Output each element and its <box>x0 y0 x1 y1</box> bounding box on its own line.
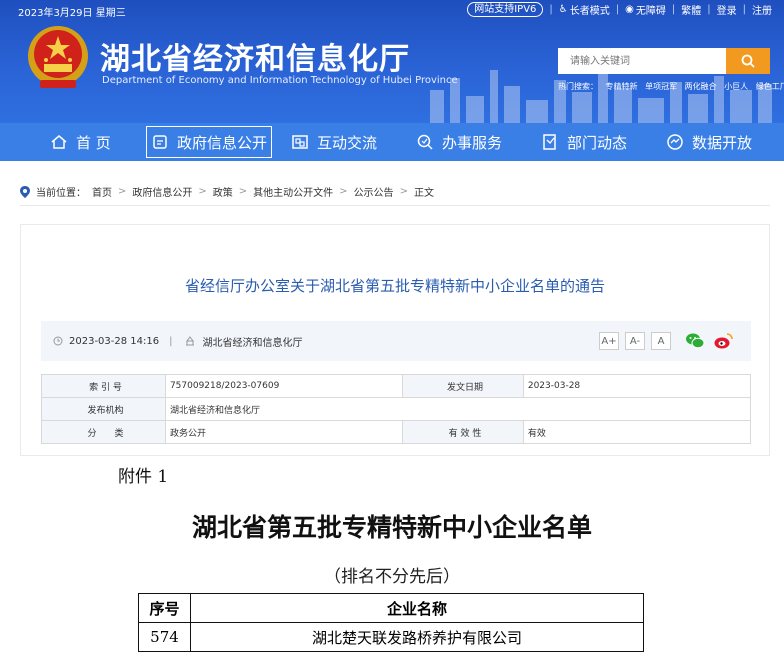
article-meta: 2023-03-28 14:16 | 湖北省经济和信息化厅 A+ A- A <box>41 321 751 361</box>
company-list-table: 序号 企业名称 574 湖北楚天联发路桥养护有限公司 <box>138 593 644 652</box>
validity: 有效 <box>522 420 752 444</box>
search-service-icon <box>417 134 433 150</box>
font-decrease-button[interactable]: A- <box>625 332 645 350</box>
hot-term[interactable]: 单项冠军 <box>645 82 677 91</box>
nav-item-open-data[interactable]: 数据开放 <box>666 123 752 161</box>
breadcrumb-item[interactable]: 公示公告 <box>354 184 394 199</box>
chat-icon <box>292 135 308 149</box>
article-panel: 省经信厅办公室关于湖北省第五批专精特新中小企业名单的通告 2023-03-28 … <box>20 224 770 456</box>
accessibility-link[interactable]: ◉ 无障碍 <box>625 2 666 17</box>
source-icon <box>185 336 194 346</box>
chevron-right-icon: > <box>238 186 248 197</box>
font-reset-button[interactable]: A <box>651 332 671 350</box>
category: 政务公开 <box>164 420 404 444</box>
breadcrumb-item[interactable]: 其他主动公开文件 <box>253 184 333 199</box>
attachment-document: 附件 1 湖北省第五批专精特新中小企业名单 （排名不分先后） 序号 企业名称 5… <box>0 456 784 656</box>
chevron-right-icon: > <box>399 186 408 197</box>
breadcrumb-item[interactable]: 政策 <box>213 184 233 199</box>
chevron-right-icon: > <box>198 186 207 197</box>
breadcrumb: 当前位置： 首页 > 政府信息公开 > 政策 > 其他主动公开文件 > 公示公告 > 正文 <box>20 178 770 206</box>
hot-term[interactable]: 专精特新 <box>606 82 638 91</box>
hot-term[interactable]: 绿色工厂 <box>756 82 784 91</box>
nav-item-home[interactable]: 首 页 <box>50 123 111 161</box>
nav-item-services[interactable]: 办事服务 <box>416 123 502 161</box>
current-date: 2023年3月29日 星期三 <box>18 8 126 19</box>
clock-icon <box>53 336 63 346</box>
table-row: 574 湖北楚天联发路桥养护有限公司 <box>138 622 644 652</box>
breadcrumb-item[interactable]: 首页 <box>92 184 112 199</box>
login-link[interactable]: 登录 <box>717 2 737 17</box>
elder-mode-link[interactable]: ♿ 长者模式 <box>559 2 610 17</box>
issue-date: 2023-03-28 <box>522 374 752 398</box>
hot-term[interactable]: 小巨人 <box>724 82 748 91</box>
info-table: 索 引 号 757009218/2023-07609 发文日期 2023-03-… <box>41 374 752 444</box>
site-title: 湖北省经济和信息化厅 <box>100 42 410 77</box>
company-name: 湖北楚天联发路桥养护有限公司 <box>190 622 644 652</box>
publish-date: 2023-03-28 14:16 <box>69 335 160 347</box>
font-increase-button[interactable]: A+ <box>599 332 619 350</box>
ipv6-badge[interactable]: 网站支持IPV6 <box>467 2 544 17</box>
breadcrumb-item[interactable]: 政府信息公开 <box>132 184 192 199</box>
chevron-right-icon: > <box>339 186 348 197</box>
register-link[interactable]: 注册 <box>752 2 772 17</box>
nav-item-gov-info[interactable]: 政府信息公开 <box>146 126 273 158</box>
location-pin-icon <box>20 185 30 198</box>
nav-item-interaction[interactable]: 互动交流 <box>291 123 377 161</box>
news-icon <box>543 134 556 150</box>
data-icon <box>667 134 683 150</box>
breadcrumb-current: 正文 <box>413 188 434 199</box>
search-bar <box>558 48 770 74</box>
elder-icon: ♿ <box>558 4 568 15</box>
search-input[interactable] <box>558 48 726 74</box>
table-header: 序号 企业名称 <box>138 593 644 623</box>
index-number: 757009218/2023-07609 <box>164 374 404 398</box>
article-source: 湖北省经济和信息化厅 <box>202 337 303 349</box>
site-header: 2023年3月29日 星期三 网站支持IPV6 | ♿ 长者模式 | ◉ 无障碍 |… <box>0 0 784 123</box>
attachment-subtitle: （排名不分先后） <box>324 567 460 587</box>
accessibility-icon: ◉ <box>625 4 634 15</box>
attachment-title: 湖北省第五批专精特新中小企业名单 <box>191 513 592 542</box>
article-title: 省经信厅办公室关于湖北省第五批专精特新中小企业名单的通告 <box>184 277 605 295</box>
top-links: 网站支持IPV6 | ♿ 长者模式 | ◉ 无障碍 | 繁體 | 登录 | 注册 <box>467 2 772 17</box>
hot-search: 热门搜索： 专精特新 单项冠军 两化融合 小巨人 绿色工厂 <box>558 81 784 92</box>
row-number: 574 <box>138 622 191 652</box>
chevron-right-icon: > <box>118 186 127 197</box>
wechat-share-icon[interactable] <box>685 332 705 350</box>
hot-term[interactable]: 两化融合 <box>685 82 717 91</box>
document-icon <box>153 135 167 149</box>
traditional-link[interactable]: 繁體 <box>681 2 701 17</box>
national-emblem-icon <box>28 26 88 88</box>
home-icon <box>51 135 67 149</box>
weibo-share-icon[interactable] <box>714 332 734 350</box>
top-bar: 2023年3月29日 星期三 网站支持IPV6 | ♿ 长者模式 | ◉ 无障碍 |… <box>0 0 784 20</box>
publishing-org: 湖北省经济和信息化厅 <box>164 397 752 421</box>
search-icon <box>741 54 755 68</box>
attachment-label: 附件 1 <box>118 467 169 487</box>
nav-item-news[interactable]: 部门动态 <box>541 123 627 161</box>
search-button[interactable] <box>726 48 770 74</box>
site-title-english: Department of Economy and Information Te… <box>102 75 458 86</box>
main-nav: 首 页 政府信息公开 互动交流 办事服务 部门动态 数据开放 <box>0 123 784 161</box>
